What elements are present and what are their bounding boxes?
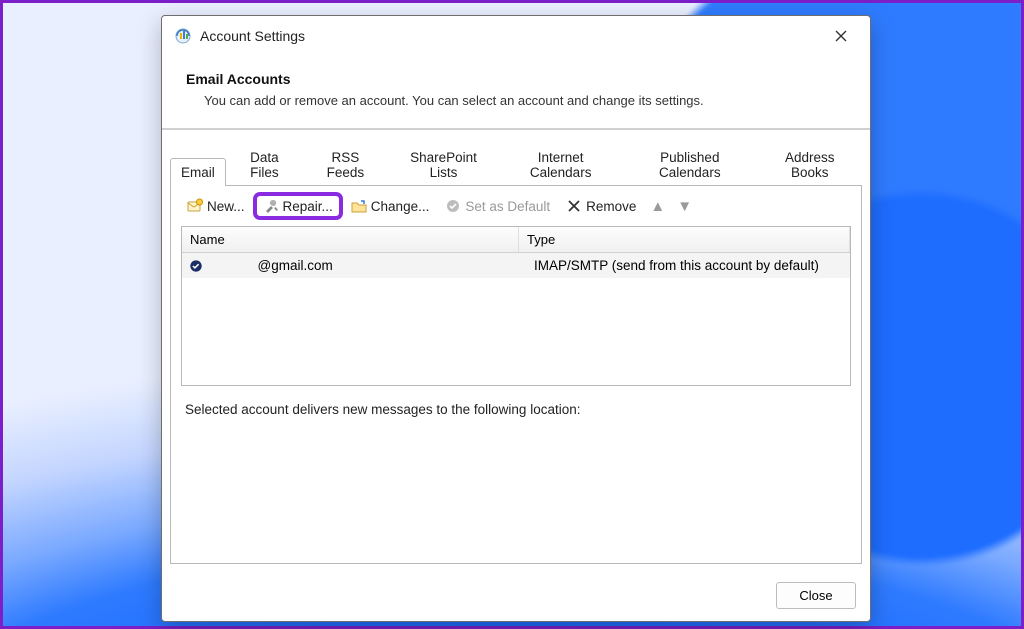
window-close-button[interactable] (820, 21, 862, 51)
column-name[interactable]: Name (182, 227, 519, 252)
move-up-button: ▲ (648, 198, 667, 215)
tab-internet-calendars[interactable]: Internet Calendars (499, 143, 622, 186)
close-button[interactable]: Close (776, 582, 856, 609)
check-circle-icon (445, 198, 461, 214)
tab-data-files[interactable]: Data Files (226, 143, 303, 186)
delivery-location-label: Selected account delivers new messages t… (181, 386, 851, 417)
set-default-button: Set as Default (441, 196, 554, 216)
repair-account-button[interactable]: Repair... (257, 196, 339, 216)
titlebar: Account Settings (162, 16, 870, 55)
remove-account-button[interactable]: Remove (562, 196, 640, 216)
account-name-cell: @gmail.com (212, 253, 526, 278)
accounts-list-header: Name Type (182, 227, 850, 253)
account-settings-dialog: Account Settings Email Accounts You can … (161, 15, 871, 622)
arrow-up-icon: ▲ (650, 198, 665, 215)
accounts-toolbar: New... Repair... (181, 194, 851, 226)
column-type[interactable]: Type (519, 227, 850, 252)
remove-x-icon (566, 198, 582, 214)
default-account-check-icon (188, 258, 204, 274)
remove-account-label: Remove (586, 199, 636, 214)
dialog-header: Email Accounts You can add or remove an … (162, 55, 870, 130)
account-type-cell: IMAP/SMTP (send from this account by def… (526, 253, 850, 278)
close-icon (835, 30, 847, 42)
window-title: Account Settings (200, 28, 305, 44)
new-mail-icon (187, 198, 203, 214)
accounts-list[interactable]: Name Type @gmail.com IMAP/SMTP (send fro… (181, 226, 851, 386)
tab-email[interactable]: Email (170, 158, 226, 186)
app-icon (174, 27, 192, 45)
set-default-label: Set as Default (465, 199, 550, 214)
tab-strip: Email Data Files RSS Feeds SharePoint Li… (162, 130, 870, 185)
dialog-button-row: Close (162, 572, 870, 621)
repair-account-label: Repair... (283, 199, 333, 214)
change-folder-icon (351, 198, 367, 214)
new-account-button[interactable]: New... (183, 196, 249, 216)
repair-tools-icon (263, 198, 279, 214)
header-subtitle: You can add or remove an account. You ca… (186, 93, 846, 108)
tab-panel-email: New... Repair... (170, 185, 862, 564)
tab-address-books[interactable]: Address Books (757, 143, 862, 186)
change-account-button[interactable]: Change... (347, 196, 434, 216)
header-title: Email Accounts (186, 71, 846, 87)
account-row[interactable]: @gmail.com IMAP/SMTP (send from this acc… (182, 253, 850, 278)
arrow-down-icon: ▼ (677, 198, 692, 215)
tab-rss-feeds[interactable]: RSS Feeds (303, 143, 388, 186)
tab-sharepoint-lists[interactable]: SharePoint Lists (388, 143, 499, 186)
move-down-button: ▼ (675, 198, 694, 215)
new-account-label: New... (207, 199, 245, 214)
tab-published-calendars[interactable]: Published Calendars (622, 143, 757, 186)
change-account-label: Change... (371, 199, 430, 214)
